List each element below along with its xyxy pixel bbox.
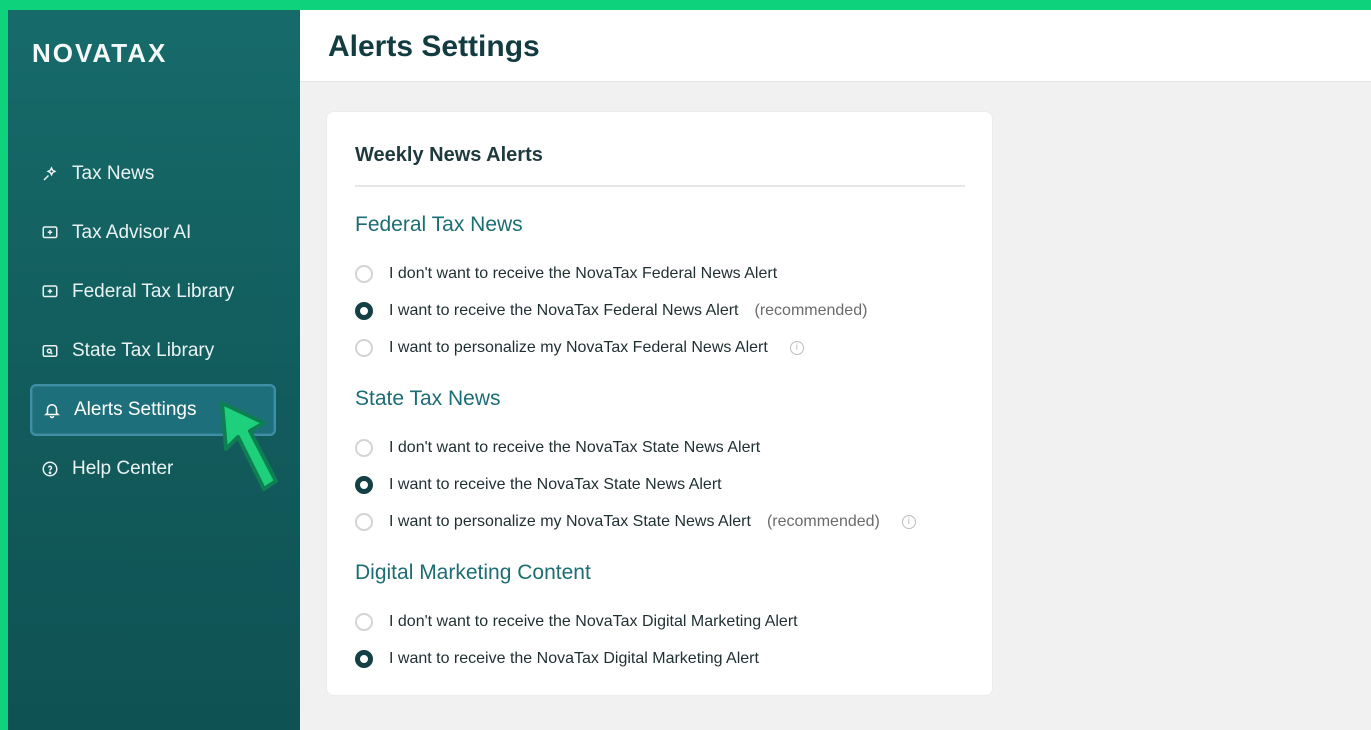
sidebar: NOVATAX Tax News Tax Advisor AI Federal … (8, 10, 300, 730)
radio-option[interactable]: I want to personalize my NovaTax State N… (355, 503, 975, 540)
card-divider (355, 185, 965, 187)
section-title: State Tax News (355, 387, 501, 410)
radio-button[interactable] (355, 264, 373, 283)
option-text: I want to receive the NovaTax State News… (389, 475, 722, 493)
info-icon[interactable]: i (789, 340, 804, 355)
option-text: I don't want to receive the NovaTax Digi… (389, 612, 798, 630)
top-header: Alerts Settings (300, 10, 1371, 82)
card-title: Weekly News Alerts (355, 144, 543, 166)
pointer-arrow-icon (220, 401, 278, 491)
radio-button-selected[interactable] (355, 649, 373, 668)
sparkles-icon (40, 164, 60, 184)
radio-button[interactable] (355, 612, 373, 631)
section-title: Digital Marketing Content (355, 561, 591, 584)
info-icon[interactable]: i (901, 514, 916, 529)
radio-button-selected[interactable] (355, 475, 373, 494)
brand-logo: NOVATAX (32, 38, 168, 68)
chat-plus-icon (40, 223, 60, 243)
sidebar-item-label: State Tax Library (72, 340, 215, 361)
radio-option[interactable]: I don't want to receive the NovaTax Fede… (355, 255, 975, 292)
sidebar-item-label: Tax News (72, 163, 155, 184)
sidebar-item-tax-news[interactable]: Tax News (30, 148, 276, 200)
section-title: Federal Tax News (355, 213, 523, 236)
app-window: NOVATAX Tax News Tax Advisor AI Federal … (8, 10, 1371, 730)
radio-button-selected[interactable] (355, 301, 373, 320)
sidebar-item-label: Help Center (72, 458, 174, 479)
radio-button[interactable] (355, 512, 373, 531)
option-note: (recommended) (754, 301, 868, 319)
radio-option[interactable]: I want to receive the NovaTax Digital Ma… (355, 640, 975, 677)
radio-option[interactable]: I don't want to receive the NovaTax Digi… (355, 603, 975, 640)
sidebar-item-state-tax-library[interactable]: State Tax Library (30, 325, 276, 377)
map-search-icon (40, 341, 60, 361)
sidebar-item-label: Federal Tax Library (72, 281, 235, 302)
option-note: (recommended) (766, 512, 880, 530)
section-federal-tax-news: Federal Tax News I don't want to receive… (355, 213, 975, 366)
sidebar-item-tax-advisor-ai[interactable]: Tax Advisor AI (30, 207, 276, 259)
weekly-news-alerts-card: Weekly News Alerts Federal Tax News I do… (326, 111, 993, 696)
sidebar-item-federal-tax-library[interactable]: Federal Tax Library (30, 266, 276, 318)
option-text: I don't want to receive the NovaTax Stat… (389, 438, 761, 456)
sidebar-item-label: Alerts Settings (74, 399, 197, 420)
radio-option[interactable]: I want to personalize my NovaTax Federal… (355, 329, 975, 366)
radio-option[interactable]: I want to receive the NovaTax Federal Ne… (355, 292, 975, 329)
radio-option[interactable]: I want to receive the NovaTax State News… (355, 466, 975, 503)
radio-button[interactable] (355, 338, 373, 357)
page-title: Alerts Settings (328, 30, 540, 63)
option-text: I want to receive the NovaTax Digital Ma… (389, 649, 759, 667)
radio-button[interactable] (355, 438, 373, 457)
option-text: I want to personalize my NovaTax State N… (389, 512, 751, 530)
book-plus-icon (40, 282, 60, 302)
radio-option[interactable]: I don't want to receive the NovaTax Stat… (355, 429, 975, 466)
bell-icon (42, 400, 62, 420)
help-circle-icon (40, 459, 60, 479)
highlight-frame: NOVATAX Tax News Tax Advisor AI Federal … (0, 0, 1371, 730)
option-text: I want to personalize my NovaTax Federal… (389, 338, 768, 356)
option-text: I don't want to receive the NovaTax Fede… (389, 264, 778, 282)
sidebar-item-label: Tax Advisor AI (72, 222, 192, 243)
option-text: I want to receive the NovaTax Federal Ne… (389, 301, 739, 319)
section-digital-marketing-content: Digital Marketing Content I don't want t… (355, 561, 975, 677)
section-state-tax-news: State Tax News I don't want to receive t… (355, 387, 975, 540)
